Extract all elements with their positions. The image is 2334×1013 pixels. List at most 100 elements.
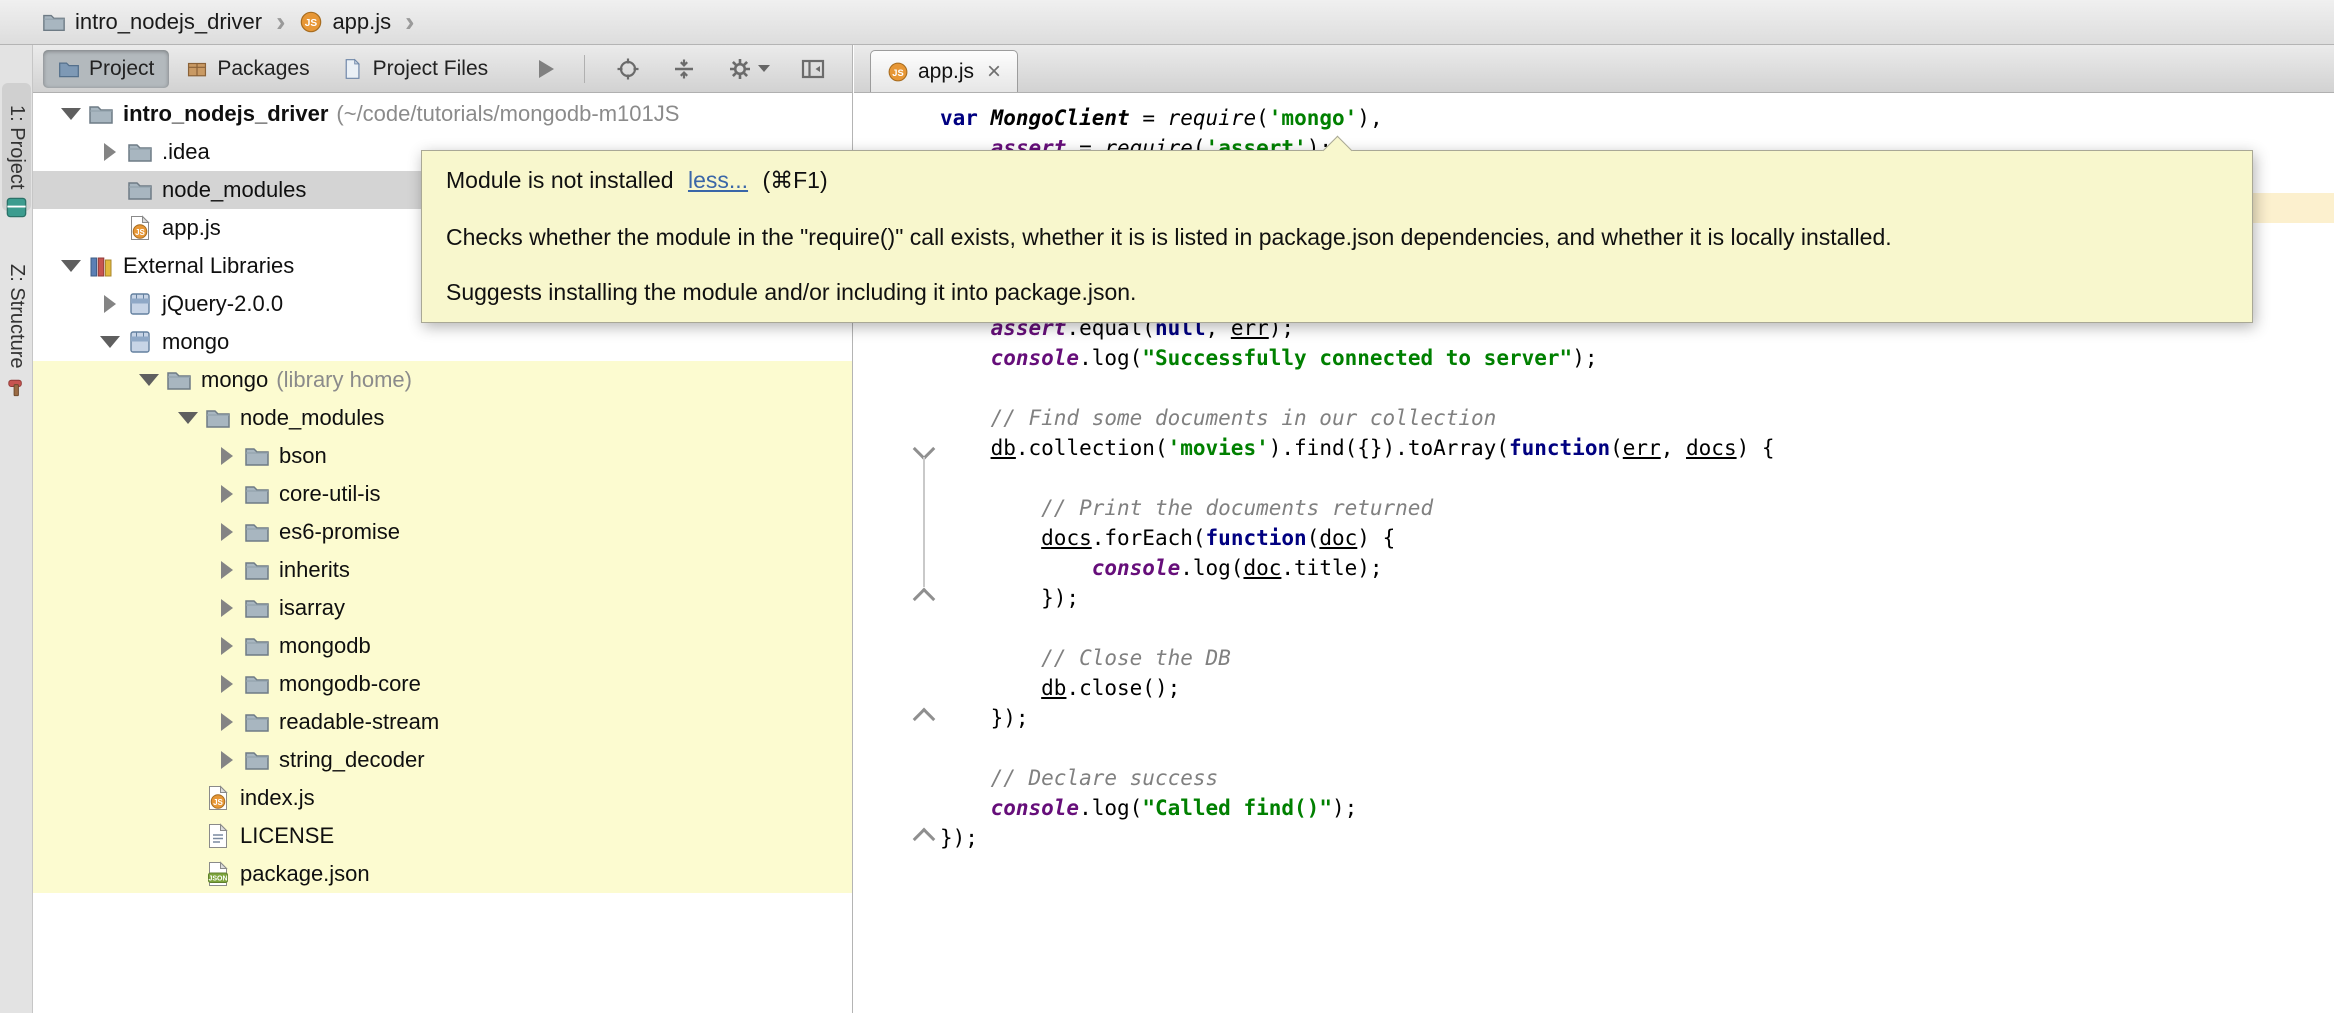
tree-item-inherits[interactable]: inherits [33, 551, 852, 589]
folder-icon [127, 139, 153, 165]
breadcrumb-item-file[interactable]: JS app.js [299, 9, 391, 35]
hide-panel-icon[interactable] [800, 56, 826, 82]
settings-button[interactable] [727, 56, 771, 82]
close-tab-icon[interactable]: × [987, 59, 1001, 84]
code-line-9[interactable]: console.log("Successfully connected to s… [854, 343, 2334, 373]
expand-arrow-closed-icon[interactable] [210, 637, 244, 655]
editor-tabbar: JS app.js × [854, 45, 2334, 93]
svg-text:JS: JS [213, 798, 223, 807]
panel-tab-project[interactable]: Project [43, 49, 170, 88]
code-line-14[interactable]: // Print the documents returned [854, 493, 2334, 523]
tree-item-package-json[interactable]: JSON package.json [33, 855, 852, 893]
editor-tab-label: app.js [918, 59, 975, 83]
tree-item-es6-promise[interactable]: es6-promise [33, 513, 852, 551]
expand-arrow-closed-icon[interactable] [210, 599, 244, 617]
folder-icon [244, 709, 270, 735]
tree-item-mongodb-core[interactable]: mongodb-core [33, 665, 852, 703]
library-icon [127, 291, 153, 317]
text-file-icon [205, 823, 231, 849]
code-line-19[interactable]: // Close the DB [854, 643, 2334, 673]
code-line-20[interactable]: db.close(); [854, 673, 2334, 703]
expand-arrow-closed-icon[interactable] [93, 295, 127, 313]
json-file-icon: JSON [205, 861, 231, 887]
code-line-25[interactable]: }); [854, 823, 2334, 853]
tree-item-bson[interactable]: bson [33, 437, 852, 475]
expand-arrow-open-icon[interactable] [132, 374, 166, 386]
tree-item-index-js[interactable]: JS index.js [33, 779, 852, 817]
tree-item-mongo[interactable]: mongo (library home) [33, 361, 852, 399]
code-line-23[interactable]: // Declare success [854, 763, 2334, 793]
folder-icon [244, 481, 270, 507]
expand-arrow-open-icon[interactable] [171, 412, 205, 424]
left-tool-strip: 1: Project Z: Structure [0, 45, 33, 1013]
expand-arrow-closed-icon[interactable] [210, 713, 244, 731]
expand-arrow-open-icon[interactable] [93, 336, 127, 348]
expand-arrow-open-icon[interactable] [54, 260, 88, 272]
svg-text:JS: JS [305, 18, 318, 29]
tree-item-mongodb[interactable]: mongodb [33, 627, 852, 665]
panel-tab-packages[interactable]: Packages [171, 50, 324, 88]
code-line-17[interactable]: }); [854, 583, 2334, 613]
dropdown-caret-icon [758, 65, 771, 72]
code-line-15[interactable]: docs.forEach(function(doc) { [854, 523, 2334, 553]
tool-strip-structure-tab[interactable]: Z: Structure [2, 241, 31, 391]
tree-item-label: core-util-is [279, 481, 381, 506]
code-line-11[interactable]: // Find some documents in our collection [854, 403, 2334, 433]
folder-icon [244, 747, 270, 773]
folder-icon [166, 367, 192, 393]
js-icon: JS [299, 10, 323, 34]
tooltip-description: Checks whether the module in the "requir… [446, 224, 1892, 250]
tool-window-icon[interactable] [4, 195, 29, 220]
index-js-icon: JS [205, 785, 231, 811]
fold-region-line [923, 457, 925, 587]
tool-strip-project-tab[interactable]: 1: Project [2, 83, 31, 211]
code-line-21[interactable]: }); [854, 703, 2334, 733]
chevron-right-icon: › [405, 6, 415, 37]
locate-icon[interactable] [615, 56, 641, 82]
tree-item-node-modules[interactable]: node_modules [33, 399, 852, 437]
tree-item-label: index.js [240, 785, 315, 810]
tree-item-label: mongodb-core [279, 671, 421, 696]
expand-arrow-open-icon[interactable] [54, 108, 88, 120]
folder-icon [244, 519, 270, 545]
play-icon[interactable] [539, 59, 555, 78]
breadcrumb-item-project[interactable]: intro_nodejs_driver [42, 9, 262, 35]
expand-arrow-closed-icon[interactable] [210, 447, 244, 465]
code-line-22[interactable] [854, 733, 2334, 763]
panel-tab-project-files[interactable]: Project Files [327, 50, 504, 88]
js-file-icon: JS [127, 215, 153, 241]
tree-item-label: External Libraries [123, 253, 295, 278]
expand-arrow-closed-icon[interactable] [210, 485, 244, 503]
code-line-12[interactable]: db.collection('movies').find({}).toArray… [854, 433, 2334, 463]
folder-icon [244, 595, 270, 621]
tree-item-intro-nodejs-driver[interactable]: intro_nodejs_driver (~/code/tutorials/mon… [33, 95, 852, 133]
tree-item-label: .idea [162, 139, 210, 164]
code-line-18[interactable] [854, 613, 2334, 643]
panel-tab-label: Project [89, 56, 155, 80]
external-libs-icon [88, 253, 114, 279]
tooltip-less-link[interactable]: less... [688, 167, 748, 193]
expand-arrow-closed-icon[interactable] [210, 561, 244, 579]
expand-arrow-closed-icon[interactable] [210, 751, 244, 769]
tree-item-core-util-is[interactable]: core-util-is [33, 475, 852, 513]
tree-item-isarray[interactable]: isarray [33, 589, 852, 627]
panel-toolbar [539, 54, 826, 83]
collapse-all-icon[interactable] [671, 56, 697, 82]
expand-arrow-closed-icon[interactable] [93, 143, 127, 161]
code-line-13[interactable] [854, 463, 2334, 493]
expand-arrow-closed-icon[interactable] [210, 523, 244, 541]
chevron-right-icon: › [276, 6, 286, 37]
code-line-24[interactable]: console.log("Called find()"); [854, 793, 2334, 823]
hammer-icon[interactable] [4, 375, 29, 400]
code-line-16[interactable]: console.log(doc.title); [854, 553, 2334, 583]
tree-item-readable-stream[interactable]: readable-stream [33, 703, 852, 741]
editor-tab-appjs[interactable]: JS app.js × [870, 50, 1019, 92]
inspection-tooltip: Module is not installed less... (⌘F1) Ch… [421, 135, 2253, 323]
expand-arrow-closed-icon[interactable] [210, 675, 244, 693]
code-line-10[interactable] [854, 373, 2334, 403]
tree-item-mongo[interactable]: mongo [33, 323, 852, 361]
code-line-1[interactable]: var MongoClient = require('mongo'), [854, 103, 2334, 133]
tree-item-string-decoder[interactable]: string_decoder [33, 741, 852, 779]
tree-item-license[interactable]: LICENSE [33, 817, 852, 855]
gear-icon [727, 56, 753, 82]
